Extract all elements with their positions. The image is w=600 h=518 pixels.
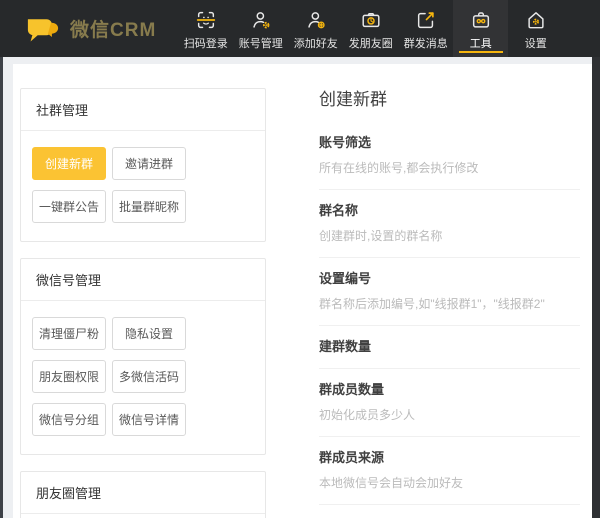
sidebar-button[interactable]: 隐私设置 — [112, 317, 186, 350]
user-plus-icon — [305, 9, 327, 31]
form-field: 账号筛选 所有在线的账号,都会执行修改 — [319, 122, 580, 190]
sidebar: 社群管理 创建新群邀请进群一键群公告批量群昵称 微信号管理 清理僵尸粉隐私设置朋… — [13, 64, 269, 518]
home-gear-icon — [525, 9, 547, 31]
nav-item-label: 工具 — [470, 35, 492, 51]
field-hint: 群名称后添加编号,如"线报群1"，"线报群2" — [319, 295, 580, 312]
top-bar: 微信CRM 扫码登录 账号管理 添加好友 发朋友圈 群发消息 工具 设置 — [0, 0, 600, 57]
field-label: 设置编号 — [319, 268, 580, 287]
form-field: 群成员来源 本地微信号会自动会加好友 — [319, 437, 580, 505]
window-edge-right — [592, 0, 600, 518]
nav-item-user-gear[interactable]: 账号管理 — [233, 0, 288, 57]
sidebar-section-body: 清理僵尸粉隐私设置朋友圈权限多微信活码微信号分组微信号详情 — [21, 301, 265, 454]
form-field: 建群数量 — [319, 326, 580, 369]
field-label: 群成员数量 — [319, 379, 580, 398]
nav-item-label: 群发消息 — [404, 35, 448, 51]
nav-item-user-plus[interactable]: 添加好友 — [288, 0, 343, 57]
nav-item-label: 添加好友 — [294, 35, 338, 51]
field-label: 群成员来源 — [319, 447, 580, 466]
sidebar-section: 社群管理 创建新群邀请进群一键群公告批量群昵称 — [20, 88, 266, 242]
field-hint: 创建群时,设置的群名称 — [319, 227, 580, 244]
sidebar-section-title: 微信号管理 — [21, 259, 265, 301]
sidebar-button[interactable]: 微信号分组 — [32, 403, 106, 436]
page-background: 社群管理 创建新群邀请进群一键群公告批量群昵称 微信号管理 清理僵尸粉隐私设置朋… — [3, 57, 592, 518]
form-field: 群成员数量 初始化成员多少人 — [319, 369, 580, 437]
sidebar-section-title: 社群管理 — [21, 89, 265, 131]
nav-item-label: 账号管理 — [239, 35, 283, 51]
send-message-icon — [415, 9, 437, 31]
form-field: 保存群二维码 群创建成功后， 保存群的二维码图片在本地 — [319, 505, 580, 518]
form-field: 设置编号 群名称后添加编号,如"线报群1"，"线报群2" — [319, 258, 580, 326]
camera-icon — [360, 9, 382, 31]
window-edge-left — [0, 0, 3, 518]
nav-item-label: 扫码登录 — [184, 35, 228, 51]
field-hint: 本地微信号会自动会加好友 — [319, 474, 580, 491]
form-field: 群名称 创建群时,设置的群名称 — [319, 190, 580, 258]
nav-item-camera[interactable]: 发朋友圈 — [343, 0, 398, 57]
logo-icon — [25, 13, 61, 45]
sidebar-section-body: 创建新群邀请进群一键群公告批量群昵称 — [21, 131, 265, 241]
top-nav: 扫码登录 账号管理 添加好友 发朋友圈 群发消息 工具 设置 — [178, 0, 563, 57]
nav-item-send-message[interactable]: 群发消息 — [398, 0, 453, 57]
nav-item-label: 设置 — [525, 35, 547, 51]
sidebar-button[interactable]: 批量群昵称 — [112, 190, 186, 223]
brand-name: 微信CRM — [70, 15, 156, 42]
sidebar-button[interactable]: 一键群公告 — [32, 190, 106, 223]
field-label: 群名称 — [319, 200, 580, 219]
field-label: 建群数量 — [319, 336, 580, 355]
sidebar-button[interactable]: 清理僵尸粉 — [32, 317, 106, 350]
app-logo: 微信CRM — [25, 0, 156, 57]
field-hint: 所有在线的账号,都会执行修改 — [319, 159, 580, 176]
sidebar-section-body: 点 赞删除朋友圈 — [21, 514, 265, 518]
sidebar-section: 微信号管理 清理僵尸粉隐私设置朋友圈权限多微信活码微信号分组微信号详情 — [20, 258, 266, 455]
sidebar-button[interactable]: 创建新群 — [32, 147, 106, 180]
qr-scan-icon — [195, 9, 217, 31]
content-area: 创建新群 账号筛选 所有在线的账号,都会执行修改 群名称 创建群时,设置的群名称… — [269, 64, 592, 518]
sidebar-button[interactable]: 多微信活码 — [112, 360, 186, 393]
page-title: 创建新群 — [319, 85, 580, 110]
toolbox-icon — [470, 9, 492, 31]
field-label: 账号筛选 — [319, 132, 580, 151]
sidebar-button[interactable]: 朋友圈权限 — [32, 360, 106, 393]
sidebar-section: 朋友圈管理 点 赞删除朋友圈 — [20, 471, 266, 518]
nav-item-toolbox[interactable]: 工具 — [453, 0, 508, 57]
nav-item-home-gear[interactable]: 设置 — [508, 0, 563, 57]
sidebar-button[interactable]: 微信号详情 — [112, 403, 186, 436]
nav-item-label: 发朋友圈 — [349, 35, 393, 51]
form-fields: 账号筛选 所有在线的账号,都会执行修改 群名称 创建群时,设置的群名称 设置编号… — [319, 122, 580, 518]
sidebar-button[interactable]: 邀请进群 — [112, 147, 186, 180]
field-hint: 初始化成员多少人 — [319, 406, 580, 423]
sidebar-section-title: 朋友圈管理 — [21, 472, 265, 514]
nav-item-qr-scan[interactable]: 扫码登录 — [178, 0, 233, 57]
user-gear-icon — [250, 9, 272, 31]
main-panel: 社群管理 创建新群邀请进群一键群公告批量群昵称 微信号管理 清理僵尸粉隐私设置朋… — [13, 64, 592, 518]
